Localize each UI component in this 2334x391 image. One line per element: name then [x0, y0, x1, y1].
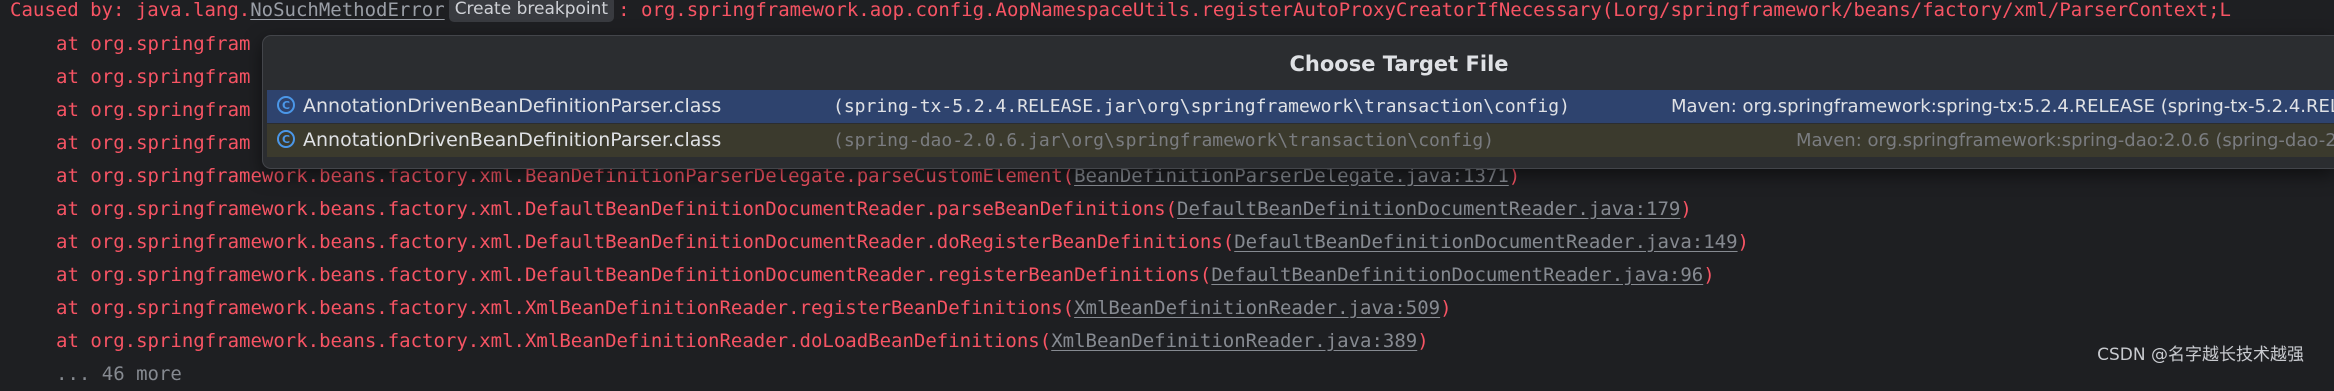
- stack-frame-text: at org.springframework.beans.factory.xml…: [56, 297, 1075, 319]
- stack-frame-text: at org.springframework.beans.factory.xml…: [56, 198, 1178, 220]
- option-path: (spring-tx-5.2.4.RELEASE.jar\org\springf…: [833, 96, 1570, 117]
- stack-frame-text: at org.springfram: [56, 132, 251, 154]
- stack-frame-suffix: ): [1680, 198, 1692, 220]
- stack-frame-line: at org.springframework.beans.factory.xml…: [56, 325, 1429, 358]
- option-maven-library: Maven: org.springframework:spring-dao:2.…: [1796, 130, 2334, 151]
- source-link[interactable]: XmlBeanDefinitionReader.java:509: [1074, 297, 1440, 319]
- stack-frame-text: at org.springfram: [56, 66, 251, 88]
- stack-frame-line: at org.springfram: [56, 28, 250, 61]
- stack-frame-text: at org.springframework.beans.factory.xml…: [56, 330, 1052, 352]
- stack-frame-line: at org.springframework.beans.factory.xml…: [56, 193, 1692, 226]
- target-file-option[interactable]: C AnnotationDrivenBeanDefinitionParser.c…: [267, 124, 2334, 157]
- stack-frame-text: at org.springframework.beans.factory.xml…: [56, 231, 1235, 253]
- stack-frame-line: at org.springframework.beans.factory.xml…: [56, 259, 1715, 292]
- option-class-name: AnnotationDrivenBeanDefinitionParser.cla…: [303, 95, 722, 117]
- source-link[interactable]: XmlBeanDefinitionReader.java:389: [1051, 330, 1417, 352]
- caused-by-prefix: Caused by: java.lang.: [10, 0, 251, 21]
- stack-frame-line: at org.springframework.beans.factory.xml…: [56, 226, 1749, 259]
- stack-frame-suffix: ): [1417, 330, 1429, 352]
- caused-by-message: : org.springframework.aop.config.AopName…: [618, 0, 2231, 21]
- caused-by-line: Caused by: java.lang.NoSuchMethodError Cr…: [10, 0, 2231, 27]
- target-file-option[interactable]: C AnnotationDrivenBeanDefinitionParser.c…: [267, 90, 2334, 123]
- watermark-text: CSDN @名字越长技术越强: [2097, 345, 2304, 365]
- stack-frame-text: at org.springfram: [56, 33, 251, 55]
- stack-frame-line: at org.springfram: [56, 94, 250, 127]
- stack-frame-text: at org.springframework.beans.factory.xml…: [56, 264, 1212, 286]
- option-maven-library: Maven: org.springframework:spring-tx:5.2…: [1671, 96, 2334, 117]
- create-breakpoint-button[interactable]: Create breakpoint: [448, 0, 615, 22]
- stack-frame-text: at org.springfram: [56, 99, 251, 121]
- stack-frame-line: at org.springfram: [56, 61, 250, 94]
- popup-title: Choose Target File: [1289, 52, 1509, 76]
- class-icon: C: [277, 96, 295, 114]
- more-frames-text: ... 46 more: [56, 363, 182, 385]
- source-link[interactable]: DefaultBeanDefinitionDocumentReader.java…: [1211, 264, 1703, 286]
- stack-frame-line: at org.springfram: [56, 127, 250, 160]
- choose-target-file-popup: Choose Target File C AnnotationDrivenBea…: [262, 35, 2334, 169]
- exception-link[interactable]: NoSuchMethodError: [250, 0, 444, 21]
- stack-frame-suffix: ): [1737, 231, 1749, 253]
- stack-frame-line: at org.springframework.beans.factory.xml…: [56, 292, 1452, 325]
- option-class-name: AnnotationDrivenBeanDefinitionParser.cla…: [303, 129, 722, 151]
- stack-frame-suffix: ): [1440, 297, 1452, 319]
- more-frames-line: ... 46 more: [56, 358, 182, 391]
- source-link[interactable]: DefaultBeanDefinitionDocumentReader.java…: [1177, 198, 1680, 220]
- option-path: (spring-dao-2.0.6.jar\org\springframewor…: [833, 130, 1495, 151]
- class-icon: C: [277, 130, 295, 148]
- source-link[interactable]: DefaultBeanDefinitionDocumentReader.java…: [1234, 231, 1737, 253]
- stack-frame-suffix: ): [1703, 264, 1715, 286]
